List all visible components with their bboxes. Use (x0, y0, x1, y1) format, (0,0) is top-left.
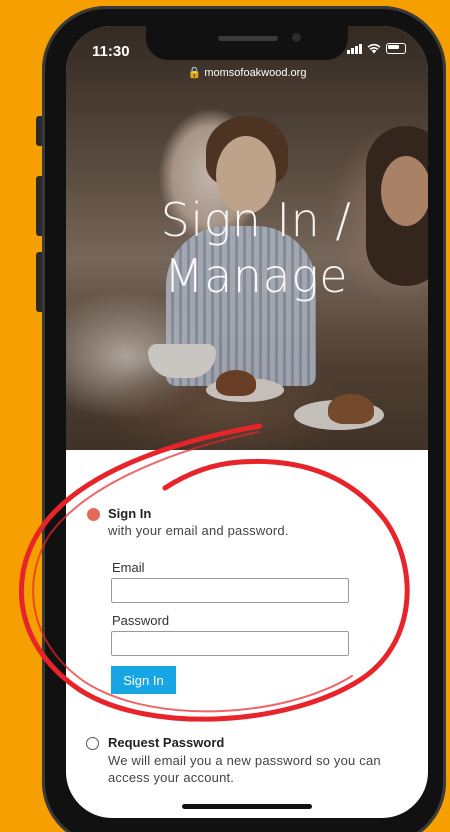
sign-in-radio[interactable] (87, 508, 100, 521)
url-bar[interactable]: 🔒 momsofoakwood.org (66, 66, 428, 79)
page-title: Sign In / Manage (160, 193, 352, 303)
front-camera (292, 33, 301, 42)
lock-icon: 🔒 (187, 67, 202, 79)
wifi-icon (367, 43, 381, 54)
page-background: Sign In / Manage 11:30 🔒 momsofoakwood.o… (0, 0, 450, 832)
status-icons (347, 43, 406, 54)
request-password-option-description: We will email you a new password so you … (108, 753, 381, 785)
battery-icon (386, 43, 406, 54)
hero-image: Sign In / Manage (66, 26, 428, 450)
url-text: momsofoakwood.org (204, 67, 307, 79)
speaker-grille (218, 36, 278, 41)
password-field[interactable] (111, 631, 349, 656)
sign-in-option-description: with your email and password. (108, 523, 289, 538)
phone-screen: Sign In / Manage 11:30 🔒 momsofoakwood.o… (66, 26, 428, 818)
request-password-option-title[interactable]: Request Password (108, 735, 224, 750)
signal-icon (347, 43, 362, 54)
password-label: Password (112, 613, 170, 628)
phone-notch (146, 26, 348, 60)
status-time: 11:30 (92, 43, 130, 60)
sign-in-option-title[interactable]: Sign In (108, 506, 151, 521)
email-field[interactable] (111, 578, 349, 603)
home-indicator (182, 804, 312, 809)
email-label: Email (112, 560, 145, 575)
request-password-radio[interactable] (86, 737, 99, 750)
sign-in-button[interactable]: Sign In (111, 666, 176, 694)
